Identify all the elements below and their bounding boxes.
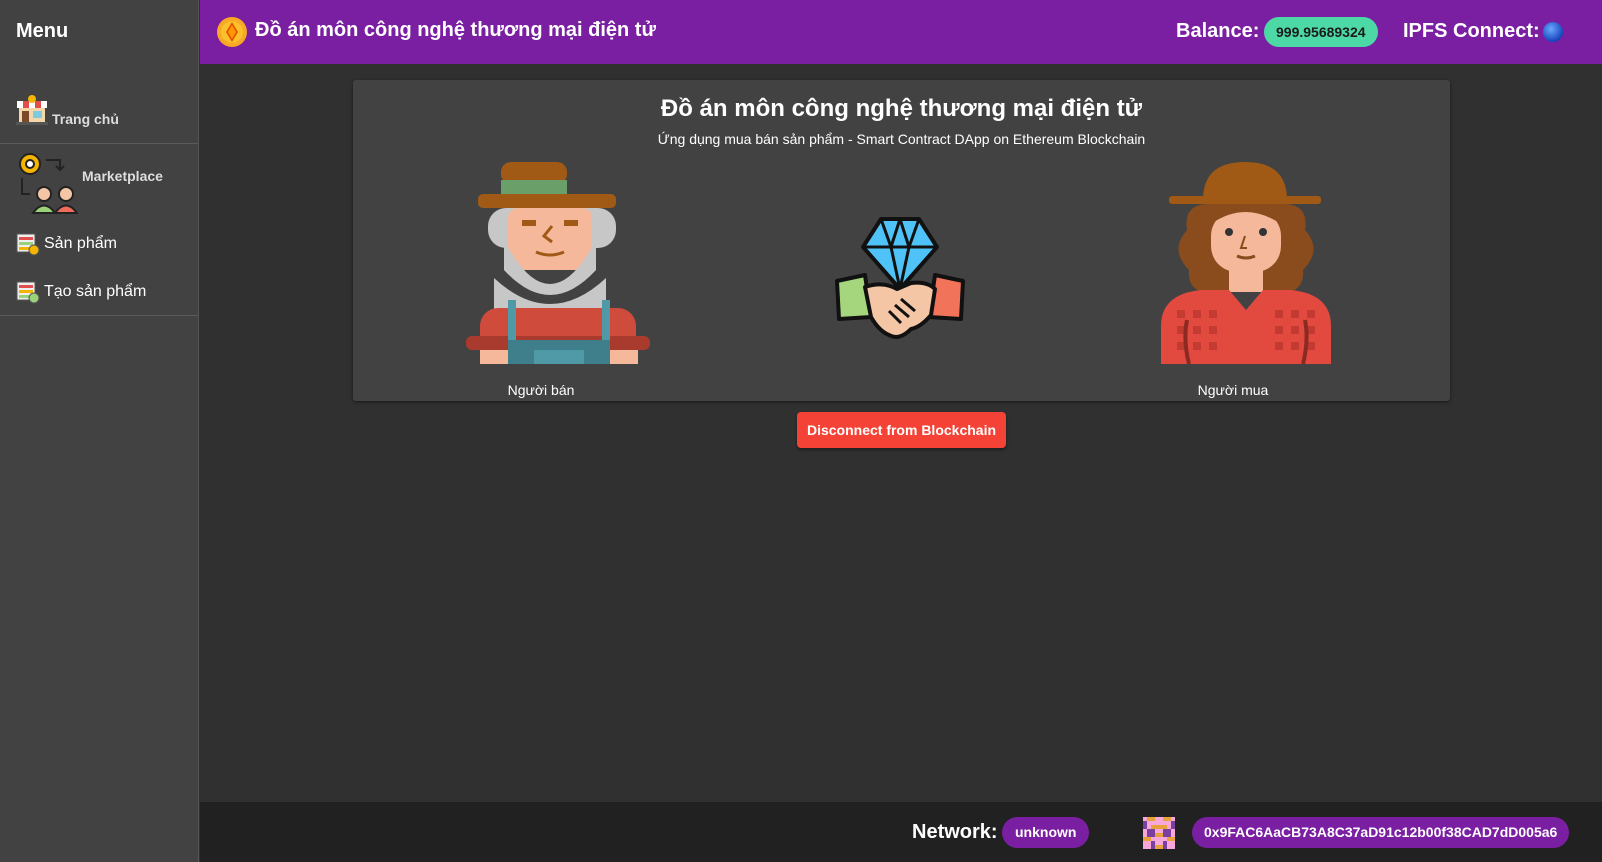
sidebar-item-products[interactable]: Sản phẩm [0,220,199,268]
sidebar-item-marketplace[interactable]: Marketplace [0,144,199,220]
wallet-address-chip[interactable]: 0x9FAC6AaCB73A8C37aD91c12b00f38CAD7dD005… [1192,817,1570,848]
store-icon [16,95,48,125]
identicon-avatar [1143,817,1175,849]
ipfs-status-icon [1543,22,1563,42]
sidebar-item-label: Marketplace [82,168,163,184]
network-chip: unknown [1002,817,1090,848]
card-subtitle: Ứng dụng mua bán sản phẩm - Smart Contra… [657,131,1146,147]
intro-card: Đồ án môn công nghệ thương mại điện tử Ứ… [353,80,1450,401]
card-title: Đồ án môn công nghệ thương mại điện tử [660,95,1143,122]
disconnect-button[interactable]: Disconnect from Blockchain [797,412,1006,448]
create-product-icon [16,281,40,303]
sidebar: Menu Trang chủ Marketplace Sản phẩm Tạo … [0,0,199,862]
buyer-label: Người mua [1197,382,1269,398]
seller-illustration [466,162,650,364]
status-footer: Network: unknown 0x9FAC6AaCB73A8C37aD91c… [200,802,1602,862]
marketplace-icon [19,153,78,214]
handshake-diamond-icon [835,217,965,339]
sidebar-item-create-product[interactable]: Tạo sản phẩm [0,268,199,316]
menu-title: Menu [16,20,69,42]
balance-chip: 999.95689324 [1264,17,1378,47]
sidebar-item-label: Tạo sản phẩm [44,282,147,300]
ipfs-label: IPFS Connect: [1403,20,1540,42]
ethereum-coin-icon [217,17,247,47]
sidebar-nav: Trang chủ Marketplace Sản phẩm Tạo sản p… [0,86,199,316]
seller-label: Người bán [507,382,575,398]
product-list-icon [16,233,40,256]
network-label: Network: [912,821,998,843]
sidebar-item-home[interactable]: Trang chủ [0,86,199,144]
sidebar-item-label: Trang chủ [52,111,119,127]
app-title: Đồ án môn công nghệ thương mại điện tử [255,19,656,41]
app-header: Đồ án môn công nghệ thương mại điện tử B… [200,0,1602,64]
balance-label: Balance: [1176,20,1260,42]
buyer-illustration [1161,162,1331,364]
sidebar-item-label: Sản phẩm [44,235,117,252]
